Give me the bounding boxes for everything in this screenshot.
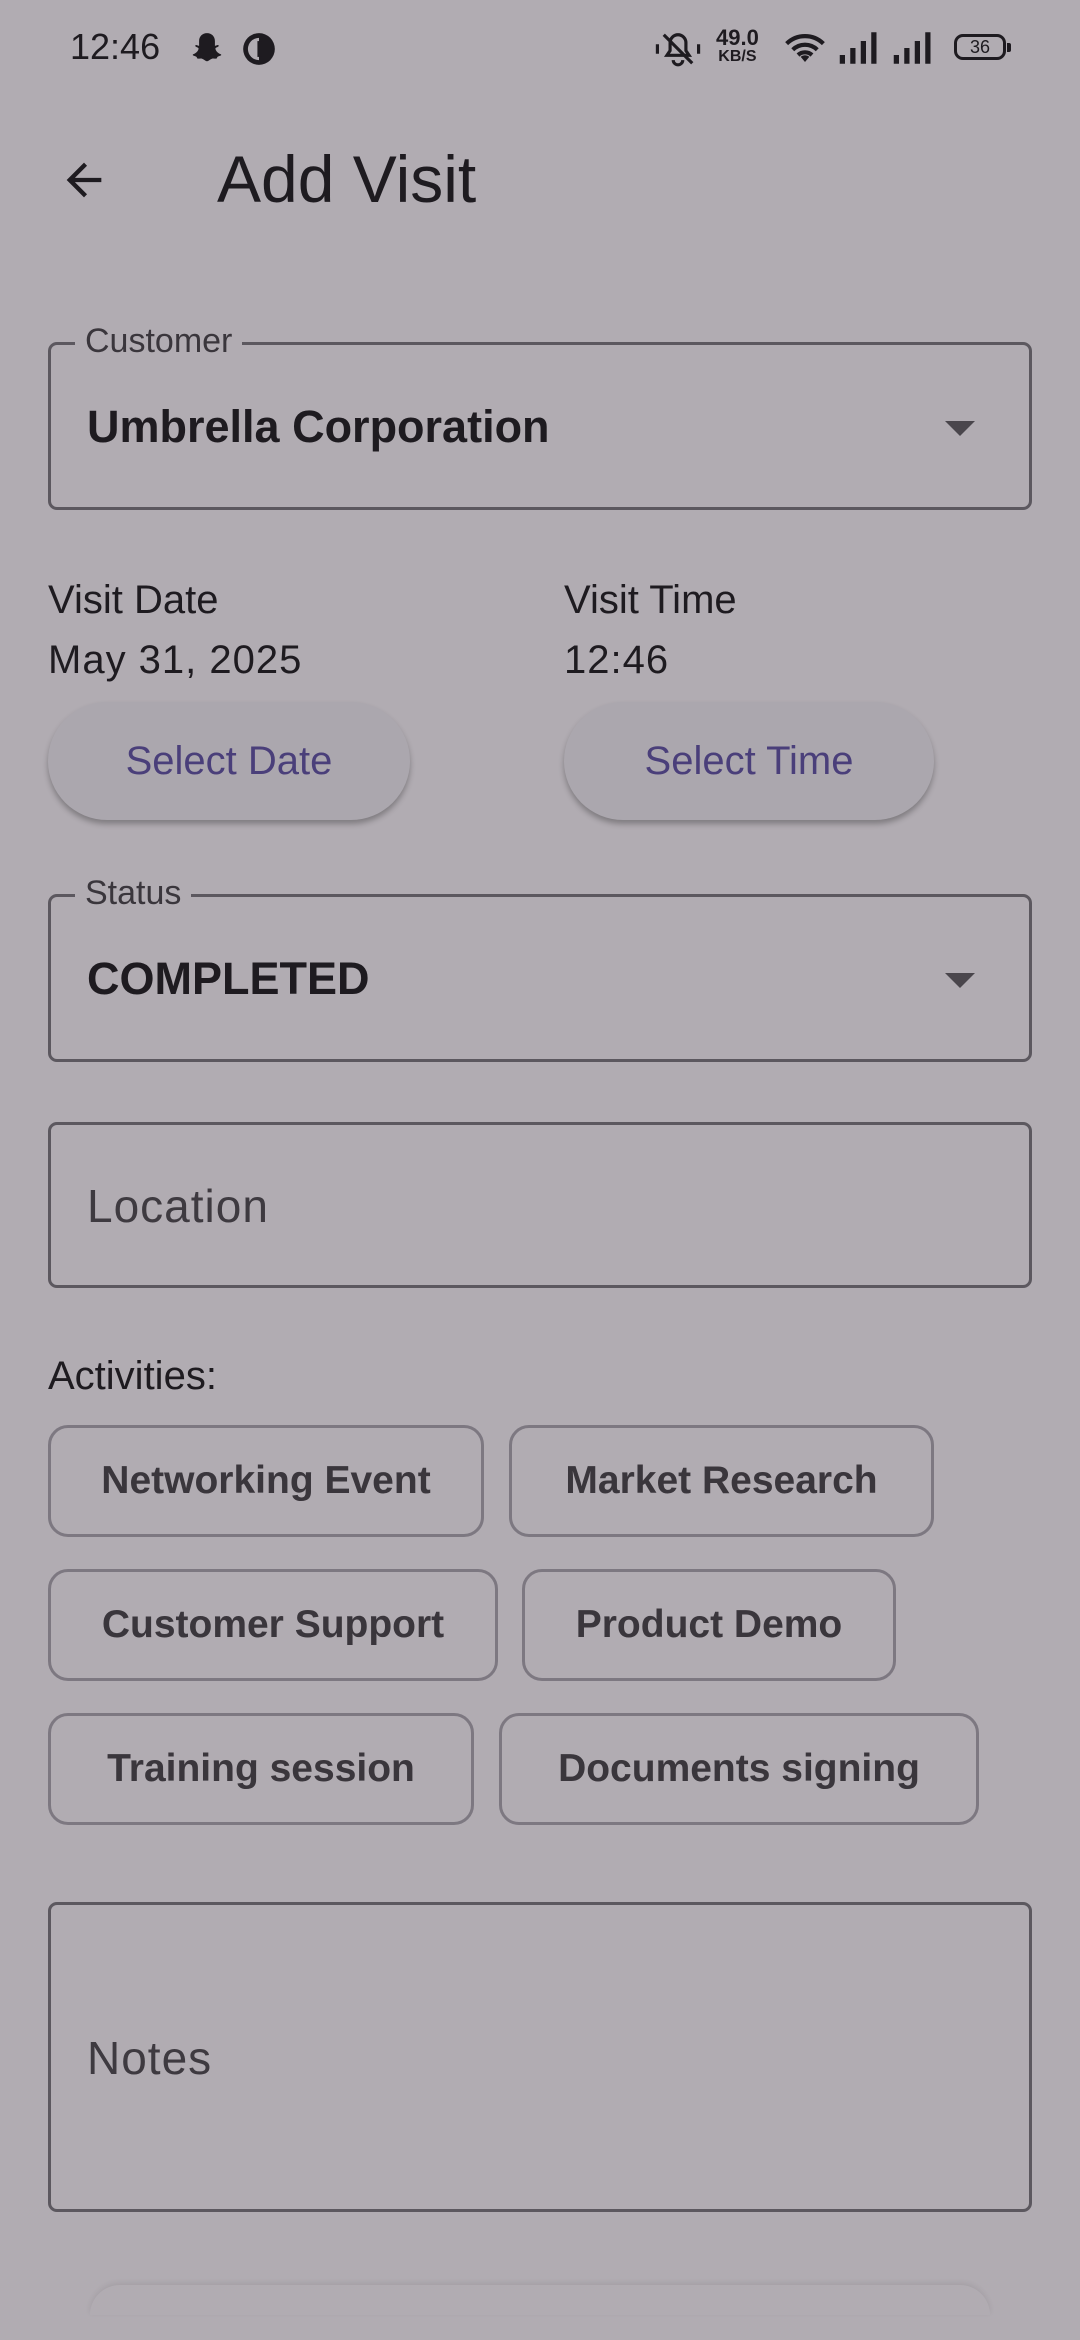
visit-time-label: Visit Time bbox=[564, 578, 737, 622]
arrow-back-icon bbox=[58, 154, 110, 211]
activities-label: Activities: bbox=[48, 1354, 217, 1398]
visit-date-value: May 31, 2025 bbox=[48, 638, 303, 682]
status-value: COMPLETED bbox=[87, 953, 370, 1004]
page-title: Add Visit bbox=[217, 142, 477, 216]
signal-icon bbox=[838, 30, 880, 71]
mute-icon bbox=[654, 30, 702, 73]
location-placeholder: Location bbox=[87, 1180, 269, 1232]
customer-value: Umbrella Corporation bbox=[87, 401, 550, 452]
activity-chip[interactable]: Documents signing bbox=[499, 1713, 979, 1825]
signal-icon bbox=[892, 30, 934, 71]
bottom-button-edge bbox=[90, 2285, 990, 2315]
network-speed-value: 49.0 bbox=[716, 25, 759, 50]
location-input[interactable]: Location bbox=[48, 1122, 1032, 1288]
select-date-button[interactable]: Select Date bbox=[48, 702, 410, 820]
notes-input[interactable]: Notes bbox=[48, 1902, 1032, 2212]
activity-chip[interactable]: Networking Event bbox=[48, 1425, 484, 1537]
status-dropdown[interactable]: Status COMPLETED bbox=[48, 871, 1032, 1062]
battery-level: 36 bbox=[969, 37, 991, 57]
activity-chip[interactable]: Training session bbox=[48, 1713, 474, 1825]
dropdown-arrow-icon bbox=[945, 973, 975, 988]
visit-date-label: Visit Date bbox=[48, 578, 219, 622]
select-time-button[interactable]: Select Time bbox=[564, 702, 934, 820]
network-speed-unit: KB/S bbox=[718, 48, 757, 65]
customer-dropdown[interactable]: Customer Umbrella Corporation bbox=[48, 319, 1032, 510]
snapchat-icon bbox=[188, 30, 226, 73]
customer-label: Customer bbox=[75, 319, 243, 363]
status-bar: 12:46 49.0 KB/S 36 bbox=[0, 0, 1080, 96]
notes-placeholder: Notes bbox=[87, 2032, 213, 2084]
battery-icon: 36 bbox=[954, 34, 1011, 60]
network-speed: 49.0 KB/S bbox=[716, 25, 759, 66]
wifi-icon bbox=[784, 30, 826, 71]
back-button[interactable] bbox=[42, 140, 126, 224]
activity-chip[interactable]: Product Demo bbox=[522, 1569, 896, 1681]
visit-time-value: 12:46 bbox=[564, 638, 670, 682]
dropdown-arrow-icon bbox=[945, 421, 975, 436]
status-time: 12:46 bbox=[70, 26, 161, 67]
activity-chip[interactable]: Customer Support bbox=[48, 1569, 498, 1681]
status-label: Status bbox=[75, 871, 192, 915]
app-notification-icon bbox=[240, 30, 278, 73]
activity-chip[interactable]: Market Research bbox=[509, 1425, 934, 1537]
